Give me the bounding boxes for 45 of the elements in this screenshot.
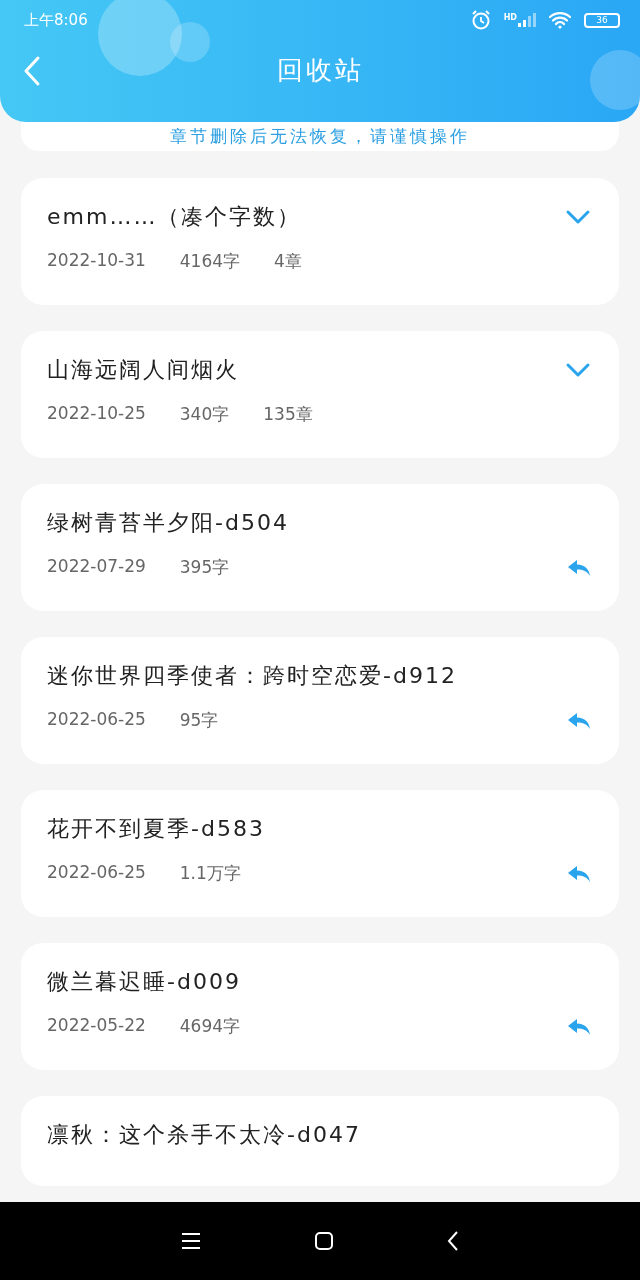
recycle-item-card[interactable]: emm……（凑个字数） 2022-10-31 4164字 4章 <box>21 178 619 305</box>
recycle-item-card[interactable]: 花开不到夏季-d583 2022-06-25 1.1万字 <box>21 790 619 917</box>
recycle-item-card[interactable]: 凛秋：这个杀手不太冷-d047 <box>21 1096 619 1186</box>
restore-icon[interactable] <box>567 864 591 883</box>
item-title: 迷你世界四季使者：跨时空恋爱-d912 <box>47 662 457 690</box>
back-icon[interactable] <box>446 1230 460 1252</box>
expand-chevron-icon[interactable] <box>565 209 591 225</box>
date-text: 2022-10-31 <box>47 250 146 272</box>
date-text: 2022-07-29 <box>47 556 146 578</box>
restore-icon[interactable] <box>567 558 591 577</box>
word-count: 4164字 <box>179 250 241 273</box>
signal-icon <box>518 13 536 27</box>
item-title: 微兰暮迟睡-d009 <box>47 968 241 996</box>
word-count: 95字 <box>179 709 219 732</box>
item-title: 凛秋：这个杀手不太冷-d047 <box>47 1121 361 1149</box>
warning-text: 章节删除后无法恢复，请谨慎操作 <box>170 125 470 148</box>
item-title: 绿树青苔半夕阳-d504 <box>47 509 289 537</box>
wifi-icon <box>548 11 572 29</box>
date-text: 2022-06-25 <box>47 862 146 884</box>
recycle-item-card[interactable]: 山海远阔人间烟火 2022-10-25 340字 135章 <box>21 331 619 458</box>
item-title: emm……（凑个字数） <box>47 203 302 231</box>
home-icon[interactable] <box>314 1231 334 1251</box>
word-count: 340字 <box>179 403 230 426</box>
item-title: 山海远阔人间烟火 <box>47 356 239 384</box>
item-title: 花开不到夏季-d583 <box>47 815 265 843</box>
word-count: 4694字 <box>179 1015 241 1038</box>
date-text: 2022-06-25 <box>47 709 146 731</box>
expand-chevron-icon[interactable] <box>565 362 591 378</box>
chapter-count: 135章 <box>263 403 313 426</box>
status-time: 上午8:06 <box>24 10 88 30</box>
menu-icon[interactable] <box>180 1232 202 1250</box>
restore-icon[interactable] <box>567 711 591 730</box>
battery-icon: 36 <box>584 12 620 28</box>
date-text: 2022-10-25 <box>47 403 146 425</box>
word-count: 395字 <box>179 556 230 579</box>
page-title: 回收站 <box>276 53 364 87</box>
network-type-label: HD <box>503 13 517 22</box>
word-count: 1.1万字 <box>179 862 241 885</box>
chapter-count: 4章 <box>274 250 302 273</box>
recycle-item-card[interactable]: 迷你世界四季使者：跨时空恋爱-d912 2022-06-25 95字 <box>21 637 619 764</box>
bubble-drawing <box>590 50 640 110</box>
restore-icon[interactable] <box>567 1017 591 1036</box>
recycle-item-card[interactable]: 微兰暮迟睡-d009 2022-05-22 4694字 <box>21 943 619 1070</box>
recycle-item-card[interactable]: 绿树青苔半夕阳-d504 2022-07-29 395字 <box>21 484 619 611</box>
date-text: 2022-05-22 <box>47 1015 146 1037</box>
